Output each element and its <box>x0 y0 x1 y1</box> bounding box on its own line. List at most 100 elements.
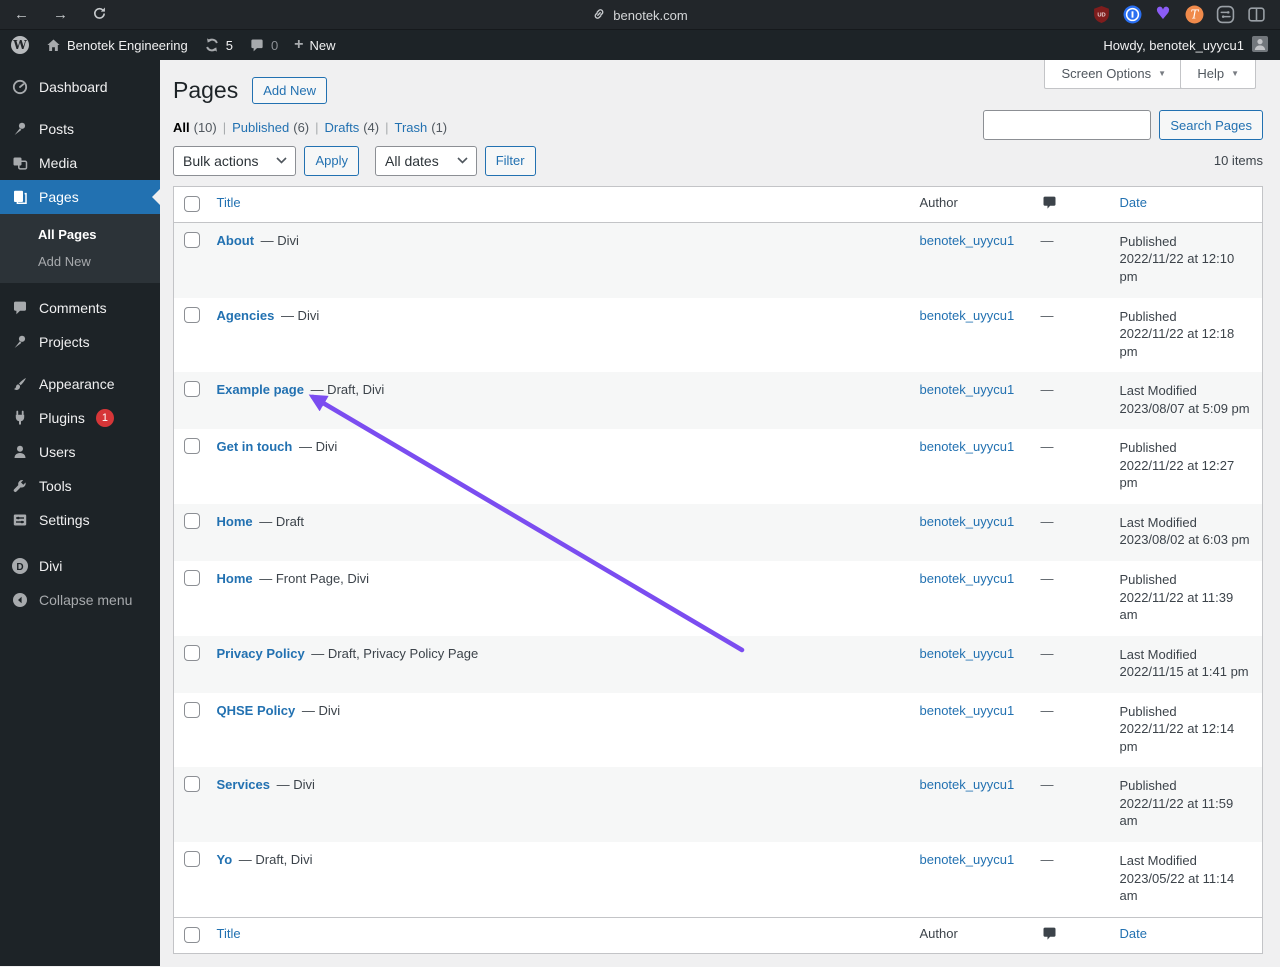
page-title-link[interactable]: Home <box>217 571 253 586</box>
date-value: 2022/11/22 at 11:59 am <box>1119 795 1234 829</box>
filter-published[interactable]: Published (6) <box>232 120 309 135</box>
sort-by-title-link[interactable]: Title <box>217 195 241 210</box>
sidebar-item-label: Media <box>39 155 78 171</box>
bulk-actions-value: Bulk actions <box>183 152 259 169</box>
author-link[interactable]: benotek_uyycu1 <box>920 703 1015 718</box>
onepassword-extension-icon[interactable] <box>1122 5 1142 25</box>
date-value: 2023/05/22 at 11:14 am <box>1119 870 1235 904</box>
updates-link[interactable]: 5 <box>204 37 233 53</box>
filter-button[interactable]: Filter <box>484 145 536 176</box>
new-content-link[interactable]: + New <box>294 37 335 53</box>
comments-value: — <box>1040 232 1054 248</box>
row-checkbox[interactable] <box>184 231 200 248</box>
help-label: Help <box>1197 66 1225 81</box>
row-checkbox[interactable] <box>184 381 200 398</box>
howdy-account-link[interactable]: Howdy, benotek_uyycu1 <box>1103 38 1244 53</box>
sidebar-item-tools[interactable]: Tools <box>0 469 160 503</box>
collapse-menu-button[interactable]: Collapse menu <box>0 583 160 617</box>
screen-options-tab[interactable]: Screen Options ▼ <box>1044 60 1183 89</box>
author-link[interactable]: benotek_uyycu1 <box>920 571 1015 586</box>
updates-count: 5 <box>225 37 233 53</box>
t-extension-icon[interactable]: T <box>1184 5 1204 25</box>
sort-by-date-link[interactable]: Date <box>1120 195 1147 210</box>
row-checkbox[interactable] <box>184 438 200 455</box>
chevron-down-icon: ▼ <box>1158 69 1166 78</box>
filter-all[interactable]: All (10) <box>173 120 217 135</box>
sidebar-item-comments[interactable]: Comments <box>0 291 160 325</box>
sidebar-item-users[interactable]: Users <box>0 435 160 469</box>
author-link[interactable]: benotek_uyycu1 <box>920 514 1015 529</box>
row-checkbox[interactable] <box>184 644 200 661</box>
row-checkbox[interactable] <box>184 306 200 323</box>
page-title-link[interactable]: Services <box>217 777 271 792</box>
reload-icon[interactable] <box>92 6 107 24</box>
shield-extension-icon[interactable]: UD <box>1091 5 1111 25</box>
extensions-panel-icon[interactable] <box>1215 5 1235 25</box>
comments-link[interactable]: 0 <box>249 38 278 53</box>
heart-extension-icon[interactable]: ♥ <box>1153 5 1173 25</box>
comments-value: — <box>1040 777 1054 793</box>
search-input[interactable] <box>983 110 1152 140</box>
site-name-link[interactable]: Benotek Engineering <box>46 38 188 53</box>
sidebar-item-all-pages[interactable]: All Pages <box>0 221 160 248</box>
date-filter-select[interactable]: All dates <box>375 145 477 176</box>
row-checkbox[interactable] <box>184 512 200 529</box>
filter-trash[interactable]: Trash (1) <box>394 120 447 135</box>
page-title-link[interactable]: Get in touch <box>217 439 293 454</box>
author-link[interactable]: benotek_uyycu1 <box>920 777 1015 792</box>
help-tab[interactable]: Help ▼ <box>1180 60 1256 89</box>
filter-drafts[interactable]: Drafts (4) <box>325 120 380 135</box>
row-checkbox[interactable] <box>184 701 200 718</box>
sidebar-item-projects[interactable]: Projects <box>0 325 160 359</box>
author-link[interactable]: benotek_uyycu1 <box>920 308 1015 323</box>
author-link[interactable]: benotek_uyycu1 <box>920 439 1015 454</box>
page-title-link[interactable]: About <box>217 233 255 248</box>
back-icon[interactable]: ← <box>14 7 29 22</box>
author-link[interactable]: benotek_uyycu1 <box>920 382 1015 397</box>
sidebar-item-pages[interactable]: Pages <box>0 180 160 214</box>
sidebar-item-plugins[interactable]: Plugins 1 <box>0 401 160 435</box>
page-title-link[interactable]: Privacy Policy <box>217 646 305 661</box>
wrench-icon <box>10 478 30 494</box>
author-link[interactable]: benotek_uyycu1 <box>920 646 1015 661</box>
search-pages-button[interactable]: Search Pages <box>1159 110 1263 140</box>
page-title-link[interactable]: Yo <box>217 852 233 867</box>
table-row: Get in touch — Divi benotek_uyycu1 — Pub… <box>174 429 1263 504</box>
row-checkbox[interactable] <box>184 851 200 868</box>
page-state-label: — Divi <box>298 439 338 455</box>
select-all-checkbox[interactable] <box>184 926 200 943</box>
sidebar-item-settings[interactable]: Settings <box>0 503 160 537</box>
divi-icon: D <box>10 557 30 575</box>
page-title-link[interactable]: Example page <box>217 382 304 397</box>
select-all-checkbox[interactable] <box>184 195 200 212</box>
date-status: Last Modified <box>1119 514 1197 530</box>
row-checkbox[interactable] <box>184 570 200 586</box>
row-checkbox[interactable] <box>184 776 200 793</box>
date-status: Last Modified <box>1119 646 1197 662</box>
sidebar-item-posts[interactable]: Posts <box>0 112 160 146</box>
sort-by-date-link[interactable]: Date <box>1120 926 1147 941</box>
sort-by-title-link[interactable]: Title <box>217 926 241 941</box>
avatar[interactable] <box>1252 35 1268 55</box>
sidebar-item-appearance[interactable]: Appearance <box>0 367 160 401</box>
comments-column-icon <box>1041 926 1058 942</box>
bulk-actions-select[interactable]: Bulk actions <box>173 145 297 176</box>
page-title-link[interactable]: QHSE Policy <box>217 703 296 718</box>
forward-icon[interactable]: → <box>53 7 68 22</box>
page-title-link[interactable]: Home <box>217 514 253 529</box>
author-link[interactable]: benotek_uyycu1 <box>920 233 1015 248</box>
apply-button[interactable]: Apply <box>304 145 360 176</box>
address-bar[interactable]: benotek.com <box>0 0 1280 30</box>
table-row: Privacy Policy — Draft, Privacy Policy P… <box>173 635 1263 693</box>
site-name-label: Benotek Engineering <box>67 37 188 53</box>
sidebar-item-add-new[interactable]: Add New <box>0 248 160 275</box>
page-title-link[interactable]: Agencies <box>217 308 275 323</box>
sidebar-item-divi[interactable]: D Divi <box>0 549 160 583</box>
sidebar-item-media[interactable]: Media <box>0 146 160 180</box>
author-link[interactable]: benotek_uyycu1 <box>920 852 1015 867</box>
sidebar-item-dashboard[interactable]: Dashboard <box>0 70 160 104</box>
add-new-button[interactable]: Add New <box>252 77 327 105</box>
author-column-header: Author <box>919 194 958 210</box>
wordpress-logo-icon[interactable]: W <box>10 35 30 55</box>
split-view-icon[interactable] <box>1246 5 1266 25</box>
